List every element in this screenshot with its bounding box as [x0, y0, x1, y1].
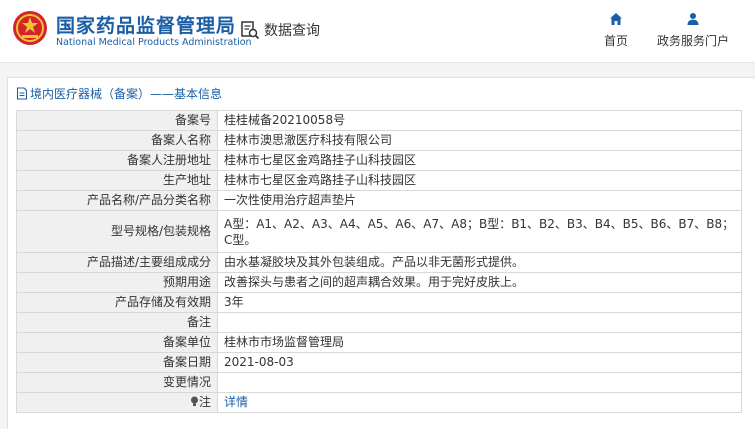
row-label: 备案单位	[16, 332, 218, 353]
table-row: 备案人名称 桂林市澳思澈医疗科技有限公司	[16, 130, 742, 151]
row-value: 2021-08-03	[217, 352, 742, 373]
table-row: 备案号 桂桂械备20210058号	[16, 110, 742, 131]
row-label: 备案日期	[16, 352, 218, 373]
document-search-icon	[241, 21, 260, 40]
document-icon	[16, 87, 28, 100]
table-row: 型号规格/包装规格 A型：A1、A2、A3、A4、A5、A6、A7、A8；B型：…	[16, 210, 742, 253]
detail-panel: 境内医疗器械（备案）——基本信息 备案号 桂桂械备20210058号 备案人名称…	[7, 77, 755, 429]
breadcrumb: 境内医疗器械（备案）——基本信息	[16, 85, 222, 102]
row-label: 预期用途	[16, 272, 218, 293]
row-label: 产品存储及有效期	[16, 292, 218, 313]
row-value: 桂桂械备20210058号	[217, 110, 742, 131]
row-value	[217, 312, 742, 333]
row-value	[217, 372, 742, 393]
nav-home[interactable]: 首页	[604, 12, 628, 49]
table-row: 产品存储及有效期 3年	[16, 292, 742, 313]
table-row: 备案人注册地址 桂林市七星区金鸡路挂子山科技园区	[16, 150, 742, 171]
row-value: 3年	[217, 292, 742, 313]
brand-name-en: National Medical Products Administration	[56, 37, 252, 48]
table-row: 备注	[16, 312, 742, 333]
user-icon	[687, 13, 699, 25]
row-value: 改善探头与患者之间的超声耦合效果。用于完好皮肤上。	[217, 272, 742, 293]
row-value: A型：A1、A2、A3、A4、A5、A6、A7、A8；B型：B1、B2、B3、B…	[217, 210, 742, 253]
national-emblem-icon	[13, 11, 47, 45]
note-label-cell: 注	[16, 392, 218, 413]
record-info-table: 备案号 桂桂械备20210058号 备案人名称 桂林市澳思澈医疗科技有限公司 备…	[16, 110, 742, 413]
breadcrumb-text: 境内医疗器械（备案）——基本信息	[30, 87, 223, 101]
row-label: 备注	[16, 312, 218, 333]
table-row: 预期用途 改善探头与患者之间的超声耦合效果。用于完好皮肤上。	[16, 272, 742, 293]
data-query-label: 数据查询	[264, 23, 320, 39]
table-row: 生产地址 桂林市七星区金鸡路挂子山科技园区	[16, 170, 742, 191]
data-query-link[interactable]: 数据查询	[240, 19, 320, 41]
home-icon	[610, 13, 622, 25]
brand-name-cn: 国家药品监督管理局	[56, 15, 237, 37]
table-row: 备案单位 桂林市市场监督管理局	[16, 332, 742, 353]
row-label: 产品名称/产品分类名称	[16, 190, 218, 211]
row-label: 备案人注册地址	[16, 150, 218, 171]
nav-service-portal[interactable]: 政务服务门户	[657, 12, 729, 49]
row-label: 生产地址	[16, 170, 218, 191]
row-label: 变更情况	[16, 372, 218, 393]
table-row: 备案日期 2021-08-03	[16, 352, 742, 373]
row-label: 备案人名称	[16, 130, 218, 151]
lightbulb-icon	[190, 396, 198, 406]
table-row: 产品描述/主要组成成分 由水基凝胶块及其外包装组成。产品以非无菌形式提供。	[16, 252, 742, 273]
row-value: 桂林市七星区金鸡路挂子山科技园区	[217, 150, 742, 171]
row-value: 桂林市市场监督管理局	[217, 332, 742, 353]
row-label: 产品描述/主要组成成分	[16, 252, 218, 273]
row-label: 注	[198, 395, 211, 409]
table-row: 产品名称/产品分类名称 一次性使用治疗超声垫片	[16, 190, 742, 211]
row-label: 型号规格/包装规格	[16, 210, 218, 253]
row-value: 由水基凝胶块及其外包装组成。产品以非无菌形式提供。	[217, 252, 742, 273]
row-value: 一次性使用治疗超声垫片	[217, 190, 742, 211]
detail-link[interactable]: 详情	[224, 395, 248, 409]
row-label: 备案号	[16, 110, 218, 131]
site-header: 国家药品监督管理局 National Medical Products Admi…	[0, 0, 755, 63]
row-value: 桂林市澳思澈医疗科技有限公司	[217, 130, 742, 151]
nav-service-portal-label: 政务服务门户	[657, 34, 730, 48]
table-row: 注 详情	[16, 392, 742, 413]
row-value: 桂林市七星区金鸡路挂子山科技园区	[217, 170, 742, 191]
nav-home-label: 首页	[604, 34, 629, 48]
row-value: 详情	[217, 392, 742, 413]
table-row: 变更情况	[16, 372, 742, 393]
